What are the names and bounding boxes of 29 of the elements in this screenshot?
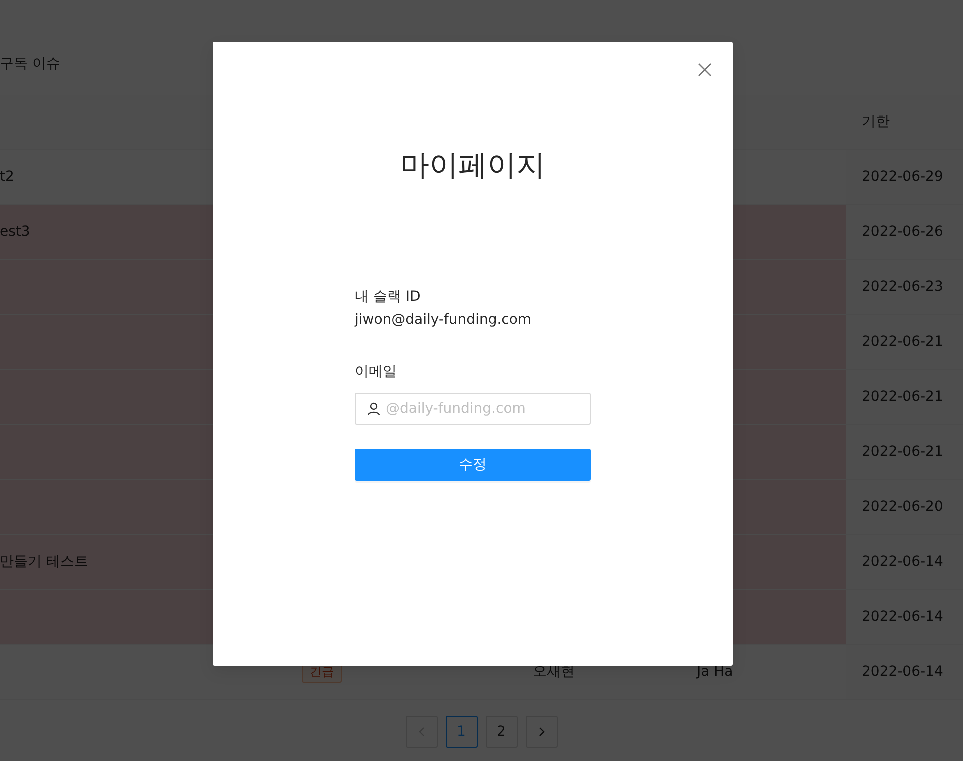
slack-id-label: 내 슬랙 ID	[355, 288, 422, 307]
page-button[interactable]: 1	[446, 716, 478, 748]
due-date: 2022-06-21	[862, 334, 944, 350]
due-date: 2022-06-29	[862, 169, 944, 185]
email-label: 이메일	[355, 363, 398, 382]
assignee-text: 오새현	[533, 663, 575, 681]
due-date: 2022-06-14	[862, 554, 944, 570]
due-date: 2022-06-23	[862, 279, 944, 295]
modal-title: 마이페이지	[400, 147, 546, 184]
due-date: 2022-06-14	[862, 609, 944, 625]
due-date: 2022-06-14	[862, 664, 944, 680]
email-field[interactable]: @daily-funding.com	[355, 393, 591, 425]
requester-text: Ja Ha	[697, 664, 734, 680]
due-date: 2022-06-21	[862, 444, 944, 460]
title-text: 만들기 테스트	[0, 553, 88, 571]
user-icon	[367, 402, 381, 416]
due-date: 2022-06-21	[862, 389, 944, 405]
due-date: 2022-06-26	[862, 224, 944, 240]
slack-id-value: jiwon@daily-funding.com	[355, 311, 533, 330]
title-text: est3	[0, 224, 30, 240]
close-button[interactable]	[697, 62, 713, 78]
close-icon	[697, 62, 713, 78]
section-title: 구독 이슈	[0, 55, 60, 74]
due-date: 2022-06-20	[862, 499, 944, 515]
page-button[interactable]: 2	[486, 716, 518, 748]
next-page-button[interactable]	[526, 716, 558, 748]
title-text: t2	[0, 169, 14, 185]
column-header: 기한	[862, 113, 890, 131]
submit-button[interactable]: 수정	[355, 449, 591, 481]
